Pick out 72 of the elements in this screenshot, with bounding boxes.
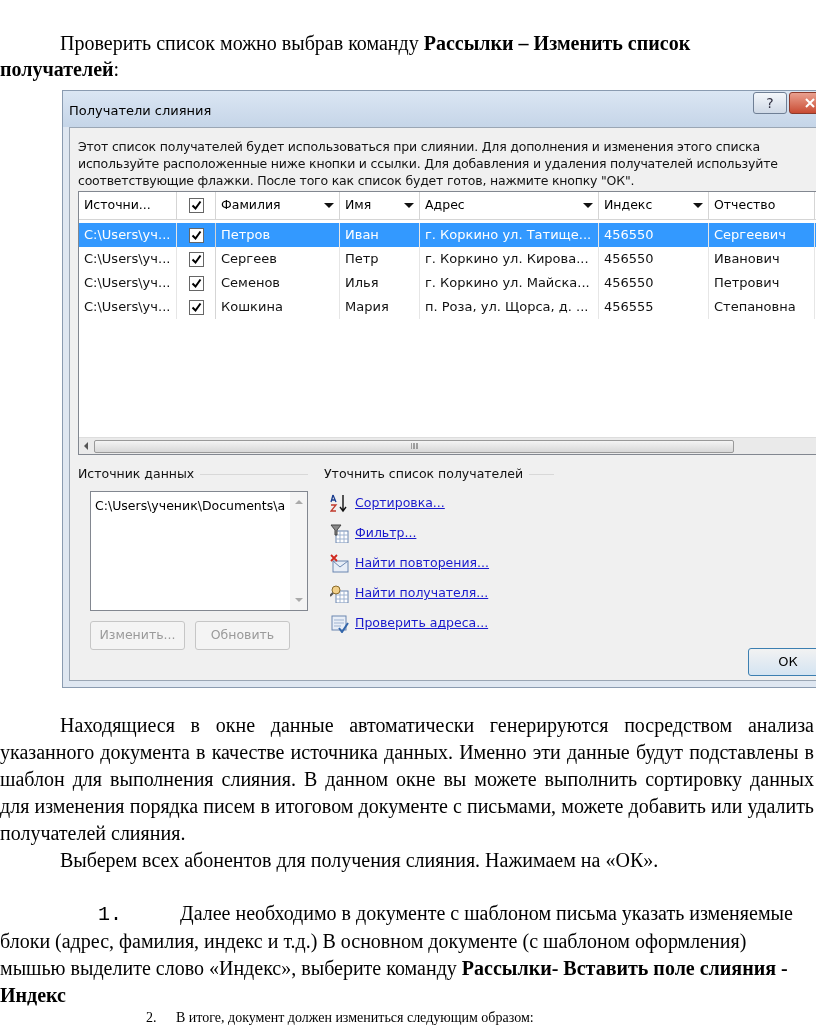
help-button[interactable]: ? (753, 92, 787, 114)
table-cell-text: C:\Users\уч... (84, 250, 171, 269)
checkbox[interactable] (188, 275, 204, 291)
link[interactable]: Найти повторения... (355, 554, 490, 574)
list-item[interactable]: C:\Users\ученик\Documents\a (95, 496, 290, 516)
window-title: Получатели слияния (69, 102, 213, 120)
table-cell-text: Иванович (714, 250, 780, 269)
paragraph: В итоге, документ должен измениться следующим образом: (176, 1009, 534, 1027)
table-cell-text: Мария (345, 298, 389, 317)
column-header[interactable]: Индекс (599, 192, 709, 219)
list-number: 2. (146, 1009, 158, 1027)
table-cell-text: Илья (345, 274, 379, 293)
table-cell-text: Сергеев (221, 250, 277, 269)
table-cell-text: г. Коркино ул. Майска... (425, 274, 590, 293)
table-cell-text: C:\Users\уч... (84, 226, 171, 245)
filter-icon (330, 524, 349, 544)
scrollbar-thumb[interactable] (94, 439, 734, 453)
scroll-left-icon (84, 442, 89, 450)
sort-icon (330, 494, 349, 514)
checklist-icon (330, 614, 349, 634)
table-cell-text: Семенов (221, 274, 280, 293)
scroll-up-icon (294, 499, 303, 504)
paragraph: Находящиеся в окне данные автоматически генерируются посредством анализа указанного документа в качестве источника данных. Именно эти данные будут подставлены в шаблон для выполнения слияния. В данном окне вы можете выполнить сортировку данных для изменения порядка писем в итоговом документе с письмами, можете добавить или удалить получателей слияния. (0, 713, 815, 847)
paragraph: Выберем всех абонентов для получения слияния. Нажимаем на «ОК». (59, 848, 660, 874)
header-label: Отчество (714, 196, 776, 215)
table-cell-text: 456550 (604, 226, 654, 245)
table-cell-text: Степановна (714, 298, 796, 317)
magnifier-icon (330, 584, 349, 604)
table-cell-text: C:\Users\уч... (84, 298, 171, 317)
checkbox[interactable] (188, 227, 204, 243)
column-header[interactable]: Отчество (709, 192, 815, 219)
checkbox[interactable] (188, 198, 204, 213)
ok-button[interactable]: ОК (748, 648, 816, 676)
checkbox[interactable] (188, 299, 204, 315)
table-cell-text: 456550 (604, 250, 654, 269)
grip-icon (410, 443, 418, 449)
column-header[interactable]: Адрес (420, 192, 599, 219)
header-label: Фамилия (221, 196, 281, 215)
horizontal-scrollbar[interactable] (79, 437, 816, 454)
link[interactable]: Найти получателя... (355, 584, 489, 604)
paragraph: Проверить список можно выбрав команду Рассылки – Изменить список получателей: (0, 31, 692, 82)
table-cell-text: г. Коркино ул. Кирова... (425, 250, 589, 269)
vertical-scrollbar[interactable] (290, 491, 307, 610)
header-label: Имя (345, 196, 372, 215)
table-cell-text: 456550 (604, 274, 654, 293)
checkbox[interactable] (188, 251, 204, 267)
scroll-down-icon (294, 597, 303, 602)
header-label: Индекс (604, 196, 653, 215)
table-cell-text: Сергеевич (714, 226, 786, 245)
table-cell-text: Петрович (714, 274, 780, 293)
column-header[interactable]: Фамилия (216, 192, 340, 219)
link[interactable]: Сортировка... (355, 494, 445, 514)
paragraph: 1. Далее необходимо в документе с шаблоном письма указать изменяемые блоки (адрес, фамилия, индекс и т.д.) В основном документе (с шаблоном оформления) мышью выделите слово «Индекс», выберите команду Рассылки- Вставить поле слияния - Индекс (0, 901, 794, 1008)
close-icon (805, 98, 815, 108)
envelope-icon (330, 554, 349, 574)
column-header[interactable]: Источни... (79, 192, 177, 219)
group-label: Источник данных (78, 465, 195, 483)
group-label: Уточнить список получателей (324, 465, 524, 483)
table-cell-text: 456555 (604, 298, 654, 317)
table-cell-text: г. Коркино ул. Татище... (425, 226, 592, 245)
link[interactable]: Фильтр... (355, 524, 417, 544)
description-text: Этот список получателей будет использоваться при слиянии. Для дополнения и изменения этого списка используйте расположенные ниже кнопки и ссылки. Для добавления и удаления получателей используйте соответствующие флажки. После того как список будет готов, нажмите кнопку "ОК". (78, 138, 779, 189)
table-cell-text: C:\Users\уч... (84, 274, 171, 293)
link[interactable]: Проверить адреса... (355, 614, 489, 634)
table-cell-text: Иван (345, 226, 379, 245)
header-label: Источни... (84, 196, 151, 215)
table-cell-text: Петров (221, 226, 271, 245)
table-cell-text: Кошкина (221, 298, 283, 317)
table-cell-text: Петр (345, 250, 379, 269)
header-label: Адрес (425, 196, 465, 215)
column-header[interactable]: Имя (340, 192, 420, 219)
table-cell-text: п. Роза, ул. Щорса, д. ... (425, 298, 589, 317)
